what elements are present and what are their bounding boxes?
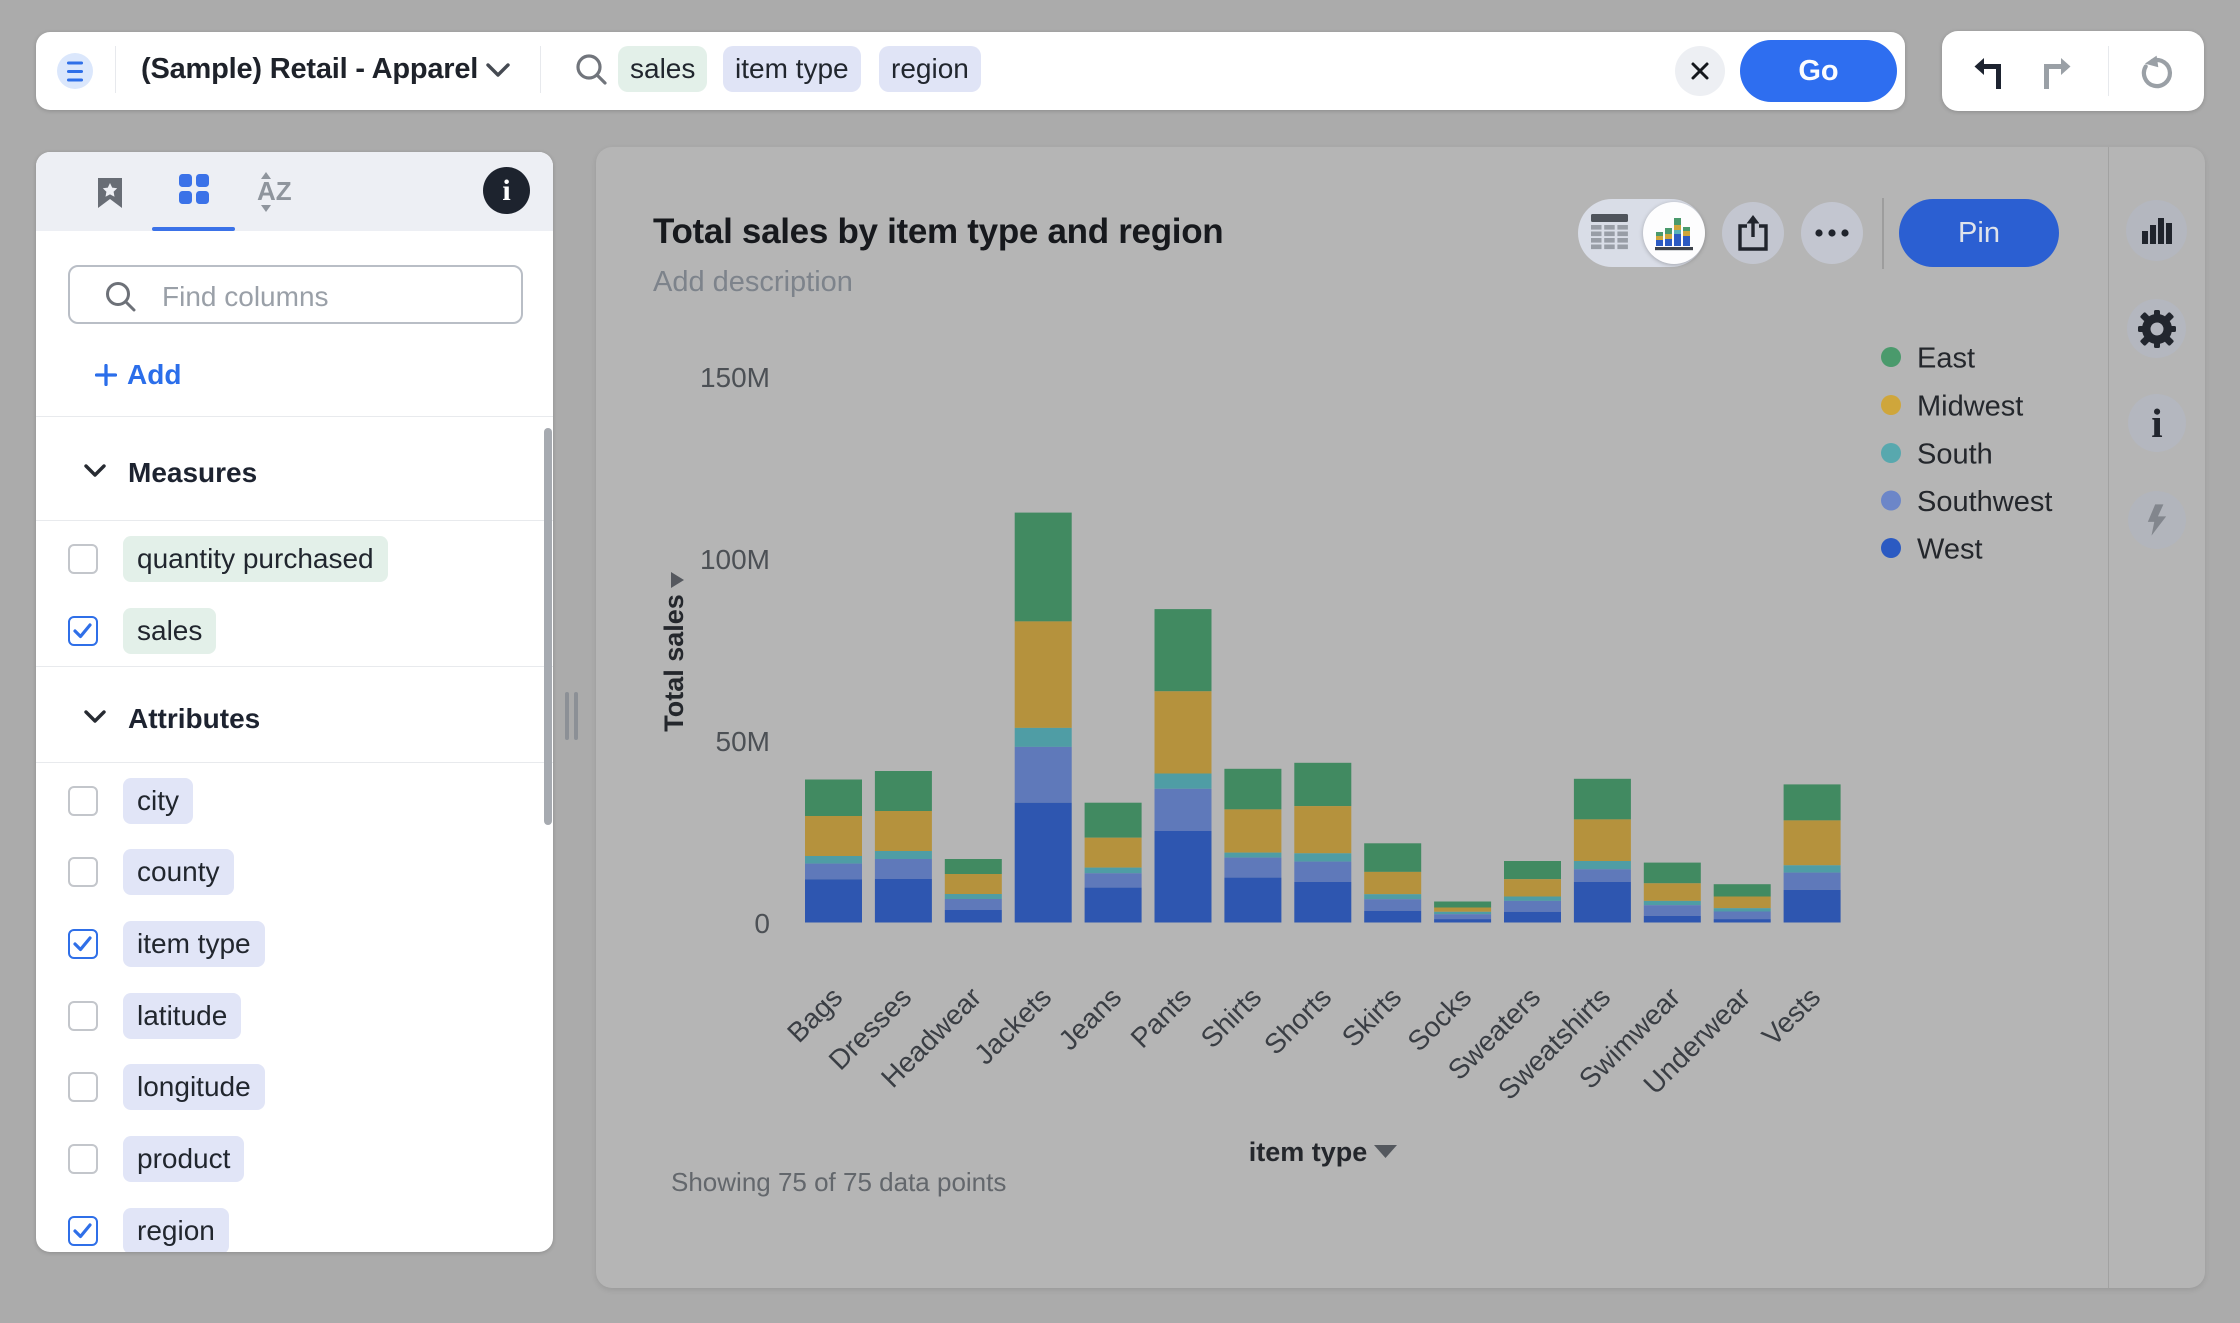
svg-text:South: South <box>1917 439 1993 471</box>
svg-text:Jackets: Jackets <box>968 981 1057 1070</box>
svg-text:Vests: Vests <box>1756 981 1826 1051</box>
svg-text:East: East <box>1917 343 1975 375</box>
svg-text:Skirts: Skirts <box>1336 981 1407 1052</box>
svg-text:Southwest: Southwest <box>1917 486 2052 518</box>
svg-text:item type: item type <box>1249 1137 1368 1167</box>
svg-text:West: West <box>1917 534 1983 566</box>
svg-text:Shirts: Shirts <box>1195 981 1268 1054</box>
svg-text:Shorts: Shorts <box>1258 981 1337 1060</box>
svg-text:50M: 50M <box>716 726 770 757</box>
svg-text:Jeans: Jeans <box>1052 981 1127 1056</box>
svg-text:Showing 75 of 75 data points: Showing 75 of 75 data points <box>671 1167 1006 1197</box>
svg-text:Pants: Pants <box>1125 981 1198 1054</box>
svg-text:Midwest: Midwest <box>1917 391 2023 423</box>
svg-text:150M: 150M <box>700 362 770 393</box>
svg-text:Total sales: Total sales <box>659 594 689 732</box>
svg-text:0: 0 <box>754 908 770 939</box>
svg-text:AZ: AZ <box>257 176 292 206</box>
svg-text:100M: 100M <box>700 544 770 575</box>
